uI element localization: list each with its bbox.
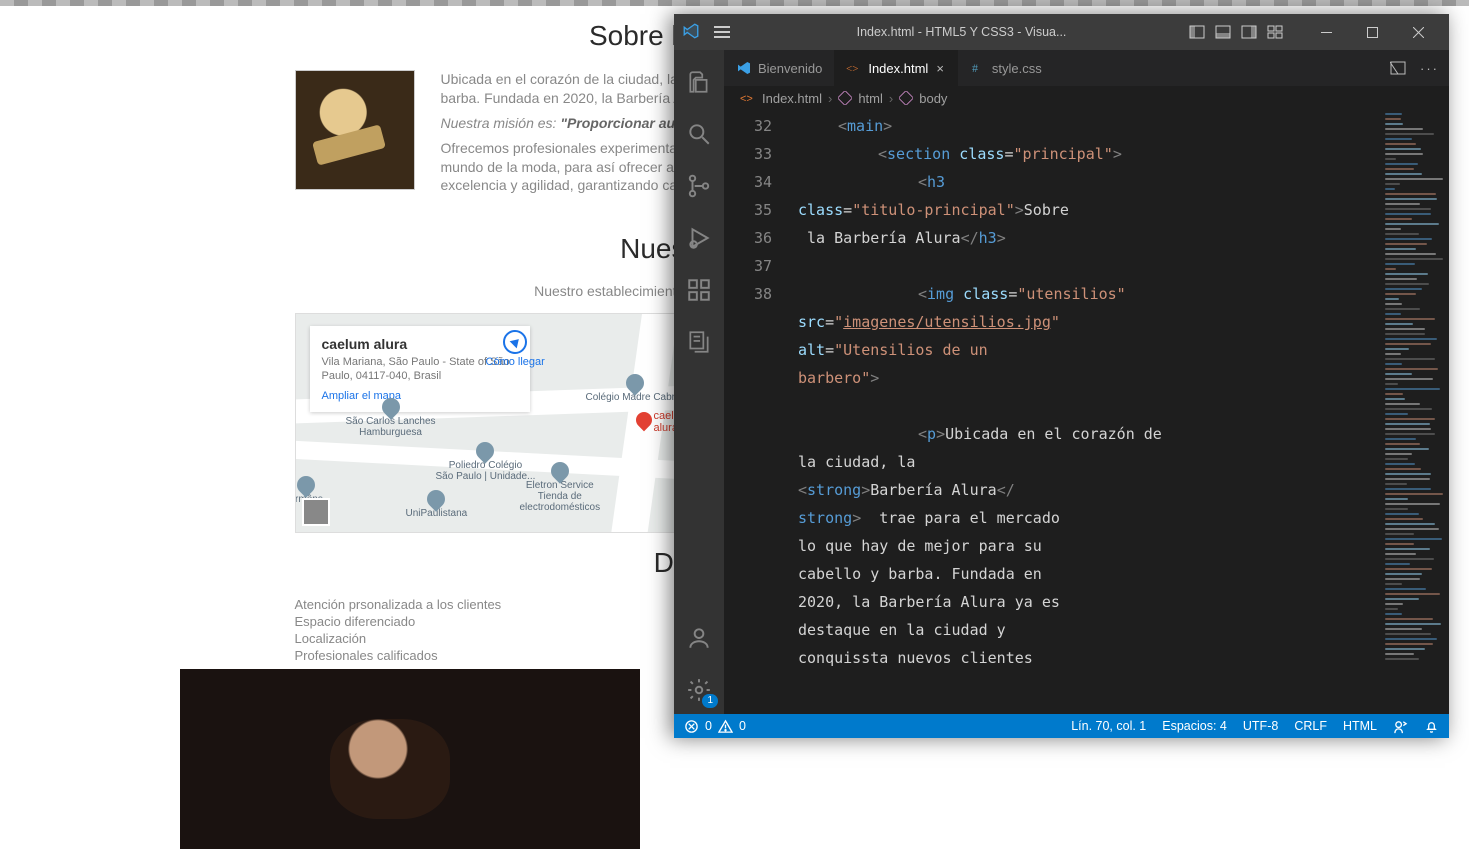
split-editor-icon[interactable] [1390,60,1406,77]
map-directions-link[interactable]: Cómo llegar [486,330,545,368]
tab-index-html[interactable]: <> Index.html × [834,50,958,86]
titlebar: Index.html - HTML5 Y CSS3 - Visua... [674,14,1449,50]
error-count: 0 [705,719,712,733]
close-button[interactable] [1395,14,1441,50]
references-icon[interactable] [674,318,724,366]
tab-close-icon[interactable]: × [934,61,946,76]
layout-left-icon[interactable] [1189,24,1205,41]
barber-image [180,669,640,849]
utensils-image [295,70,415,190]
menu-button[interactable] [710,19,734,45]
warning-count: 0 [739,719,746,733]
code-editor[interactable]: 32333435363738 <main><section class="pri… [724,110,1449,714]
status-cursor[interactable]: Lín. 70, col. 1 [1071,719,1146,733]
svg-text:<>: <> [740,93,753,105]
breadcrumb-item[interactable]: html [858,91,883,106]
css-file-icon: # [970,60,986,76]
symbol-icon [838,91,852,105]
vscode-file-icon [736,60,752,76]
activity-bar: 1 [674,50,724,714]
status-bell-icon[interactable] [1424,719,1439,734]
more-actions-icon[interactable]: ··· [1420,61,1439,76]
tab-label: Index.html [868,61,928,76]
settings-badge: 1 [702,694,718,708]
breadcrumb-item[interactable]: Index.html [762,91,822,106]
status-lang[interactable]: HTML [1343,719,1377,733]
svg-text:#: # [972,61,978,75]
about-p1-a: Ubicada en el corazón de la ciudad, la [441,71,682,87]
accounts-icon[interactable] [674,614,724,662]
code-content[interactable]: <main><section class="principal"><h3 cla… [794,110,1449,714]
breadcrumb-item[interactable]: body [919,91,947,106]
chevron-right-icon: › [828,91,832,106]
tab-label: Bienvenido [758,61,822,76]
status-feedback-icon[interactable] [1393,719,1408,734]
extensions-icon[interactable] [674,266,724,314]
map-poi[interactable]: São Carlos LanchesHamburguesa [346,398,436,438]
window-title: Index.html - HTML5 Y CSS3 - Visua... [744,25,1179,39]
svg-text:<>: <> [846,63,858,75]
directions-label: Cómo llegar [486,356,545,368]
tab-style-css[interactable]: # style.css [958,50,1054,86]
map-satellite-thumb[interactable] [302,498,330,526]
poi-label: Eletron ServiceTienda deelectrodoméstico… [520,480,601,513]
line-gutter: 32333435363738 [724,110,794,714]
vscode-window: Index.html - HTML5 Y CSS3 - Visua... 1 [674,14,1449,738]
run-debug-icon[interactable] [674,214,724,262]
symbol-icon [899,91,913,105]
map-pin-icon [632,409,655,432]
chevron-right-icon: › [889,91,893,106]
settings-icon[interactable]: 1 [674,666,724,714]
status-encoding[interactable]: UTF-8 [1243,719,1278,733]
map-poi[interactable]: Eletron ServiceTienda deelectrodoméstico… [520,462,601,513]
tab-label: style.css [992,61,1042,76]
window-controls [1303,14,1441,50]
about-p2-a: Nuestra misión es: [441,115,561,131]
maximize-button[interactable] [1349,14,1395,50]
html-file-icon: <> [740,90,756,106]
vscode-logo-icon [682,22,700,43]
page-header-strip [0,0,1469,6]
status-eol[interactable]: CRLF [1294,719,1327,733]
map-poi[interactable]: Colégio Madre Cabrini [586,374,686,403]
source-control-icon[interactable] [674,162,724,210]
layout-right-icon[interactable] [1241,24,1257,41]
editor-area: Bienvenido <> Index.html × # style.css ··· <>… [724,50,1449,714]
editor-layout-controls [1189,24,1283,41]
editor-tabs: Bienvenido <> Index.html × # style.css ··· [724,50,1449,86]
minimize-button[interactable] [1303,14,1349,50]
map-marker[interactable]: caelum alura [636,412,652,428]
search-icon[interactable] [674,110,724,158]
html-file-icon: <> [846,60,862,76]
layout-customize-icon[interactable] [1267,24,1283,41]
directions-icon [503,330,527,354]
status-bar: 0 0 Lín. 70, col. 1 Espacios: 4 UTF-8 CR… [674,714,1449,738]
breadcrumbs[interactable]: <> Index.html › html › body [724,86,1449,110]
tab-bienvenido[interactable]: Bienvenido [724,50,834,86]
minimap[interactable] [1379,110,1449,714]
status-spaces[interactable]: Espacios: 4 [1162,719,1227,733]
status-problems[interactable]: 0 0 [684,719,746,734]
explorer-icon[interactable] [674,58,724,106]
map-poi[interactable]: UniPaulistana [406,490,468,519]
layout-bottom-icon[interactable] [1215,24,1231,41]
